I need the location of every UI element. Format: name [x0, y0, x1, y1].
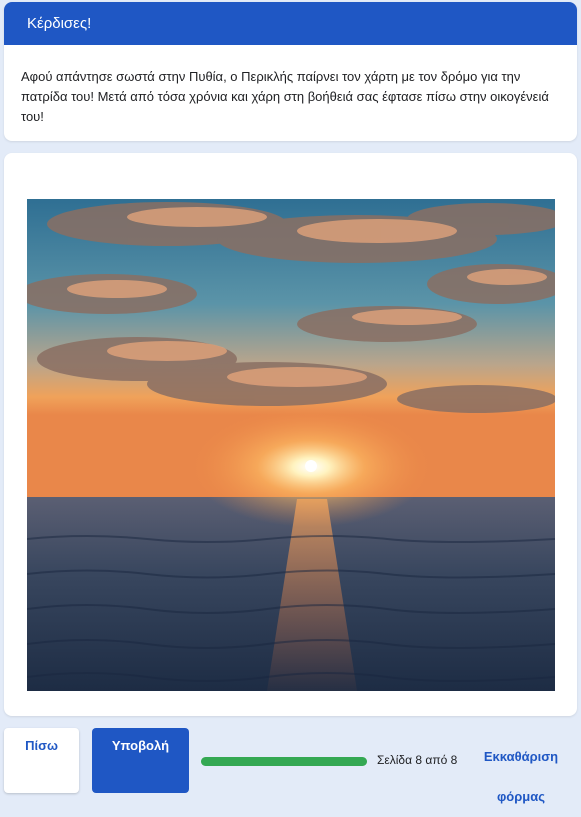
progress-fill [201, 757, 367, 766]
page-indicator: Σελίδα 8 από 8 [377, 753, 458, 767]
submit-button[interactable]: Υποβολή [92, 728, 189, 793]
section-title: Κέρδισες! [4, 2, 577, 45]
clear-form-button[interactable]: Εκκαθάριση φόρμας [474, 737, 568, 817]
progress-bar [201, 757, 367, 766]
back-button[interactable]: Πίσω [4, 728, 79, 793]
section-description: Αφού απάντησε σωστά στην Πυθία, ο Περικλ… [21, 69, 549, 124]
sunset-sea-image [27, 199, 555, 691]
image-card [4, 153, 577, 716]
section-header-card: Κέρδισες! Αφού απάντησε σωστά στην Πυθία… [4, 2, 577, 141]
